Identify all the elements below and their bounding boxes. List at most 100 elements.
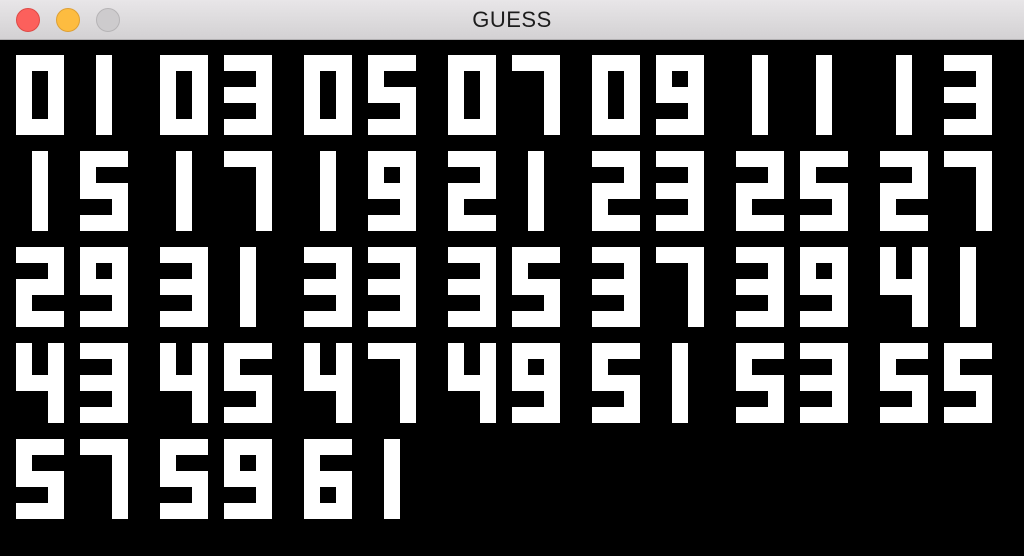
number-19[interactable] [320, 151, 416, 231]
digit-pixel [32, 247, 48, 263]
number-03[interactable] [160, 55, 272, 135]
number-33[interactable] [304, 247, 416, 327]
number-41[interactable] [880, 247, 976, 327]
number-51[interactable] [592, 343, 688, 423]
digit-pixel [688, 71, 704, 87]
digit-pixel [736, 311, 752, 327]
number-37[interactable] [592, 247, 704, 327]
digit-pixel [672, 375, 688, 391]
digit-pixel [800, 167, 816, 183]
digit-pixel [32, 311, 48, 327]
digit-pixel [400, 247, 416, 263]
digit-pixel [384, 503, 400, 519]
digit-pixel [768, 311, 784, 327]
digit-pixel [48, 311, 64, 327]
digit-pixel [608, 119, 624, 135]
number-07[interactable] [448, 55, 560, 135]
digit-pixel [896, 215, 912, 231]
digit-pixel [96, 343, 112, 359]
number-57[interactable] [16, 439, 128, 519]
digit-pixel [656, 151, 672, 167]
digit-pixel [480, 407, 496, 423]
digit-pixel [112, 439, 128, 455]
window-title: GUESS [472, 7, 552, 32]
number-17[interactable] [176, 151, 272, 231]
number-05[interactable] [304, 55, 416, 135]
number-45[interactable] [160, 343, 272, 423]
number-13[interactable] [896, 55, 992, 135]
digit-pixel [480, 167, 496, 183]
digit-pixel [656, 247, 672, 263]
digit-pixel [768, 407, 784, 423]
digit-pixel [256, 215, 272, 231]
digit-pixel [400, 279, 416, 295]
digit-pixel [304, 359, 320, 375]
digit-pixel [400, 311, 416, 327]
number-11[interactable] [752, 55, 832, 135]
digit-pixel [768, 375, 784, 391]
digit-pixel [400, 263, 416, 279]
number-59[interactable] [160, 439, 272, 519]
digit-pixel [672, 183, 688, 199]
number-31[interactable] [160, 247, 256, 327]
digit-pixel [304, 439, 320, 455]
digit-pixel [192, 471, 208, 487]
digit-pixel [832, 151, 848, 167]
number-53[interactable] [736, 343, 848, 423]
digit-pixel [176, 151, 192, 167]
digit-pixel [800, 183, 816, 199]
digit-pixel [192, 87, 208, 103]
number-01[interactable] [16, 55, 112, 135]
digit-pixel [320, 503, 336, 519]
digit-pixel [336, 343, 352, 359]
number-49[interactable] [448, 343, 560, 423]
number-23[interactable] [592, 151, 704, 231]
digit-pixel [240, 119, 256, 135]
digit-pixel [464, 55, 480, 71]
digit-pixel [800, 279, 816, 295]
digit-pixel [800, 407, 816, 423]
digit-pixel [544, 407, 560, 423]
digit-pixel [832, 295, 848, 311]
number-39[interactable] [736, 247, 848, 327]
digit-pixel [256, 183, 272, 199]
digit-pixel [224, 343, 240, 359]
digit-pixel [544, 247, 560, 263]
digit-pixel [816, 311, 832, 327]
digit-pixel [96, 279, 112, 295]
digit-pixel [688, 263, 704, 279]
number-29[interactable] [16, 247, 128, 327]
digit-pixel [832, 215, 848, 231]
digit-pixel [512, 375, 528, 391]
number-47[interactable] [304, 343, 416, 423]
digit-pixel [736, 247, 752, 263]
digit-pixel [240, 471, 256, 487]
digit-pixel [976, 71, 992, 87]
digit-pixel [256, 487, 272, 503]
digit-pixel [112, 503, 128, 519]
number-43[interactable] [16, 343, 128, 423]
title-bar[interactable]: GUESS [0, 0, 1024, 40]
number-27[interactable] [880, 151, 992, 231]
digit-pixel [160, 343, 176, 359]
number-15[interactable] [32, 151, 128, 231]
digit-pixel [960, 343, 976, 359]
digit-pixel [832, 279, 848, 295]
digit-pixel [336, 103, 352, 119]
digit-pixel [480, 103, 496, 119]
digit-pixel [688, 199, 704, 215]
digit-pixel [256, 407, 272, 423]
number-25[interactable] [736, 151, 848, 231]
number-09[interactable] [592, 55, 704, 135]
number-21[interactable] [448, 151, 544, 231]
digit-pixel [896, 103, 912, 119]
number-61[interactable] [304, 439, 400, 519]
number-55[interactable] [880, 343, 992, 423]
digit-pixel [368, 215, 384, 231]
digit-pixel [240, 343, 256, 359]
digit-pixel [592, 103, 608, 119]
digit-pixel [896, 183, 912, 199]
digit-pixel [256, 375, 272, 391]
number-35[interactable] [448, 247, 560, 327]
digit-pixel [112, 487, 128, 503]
